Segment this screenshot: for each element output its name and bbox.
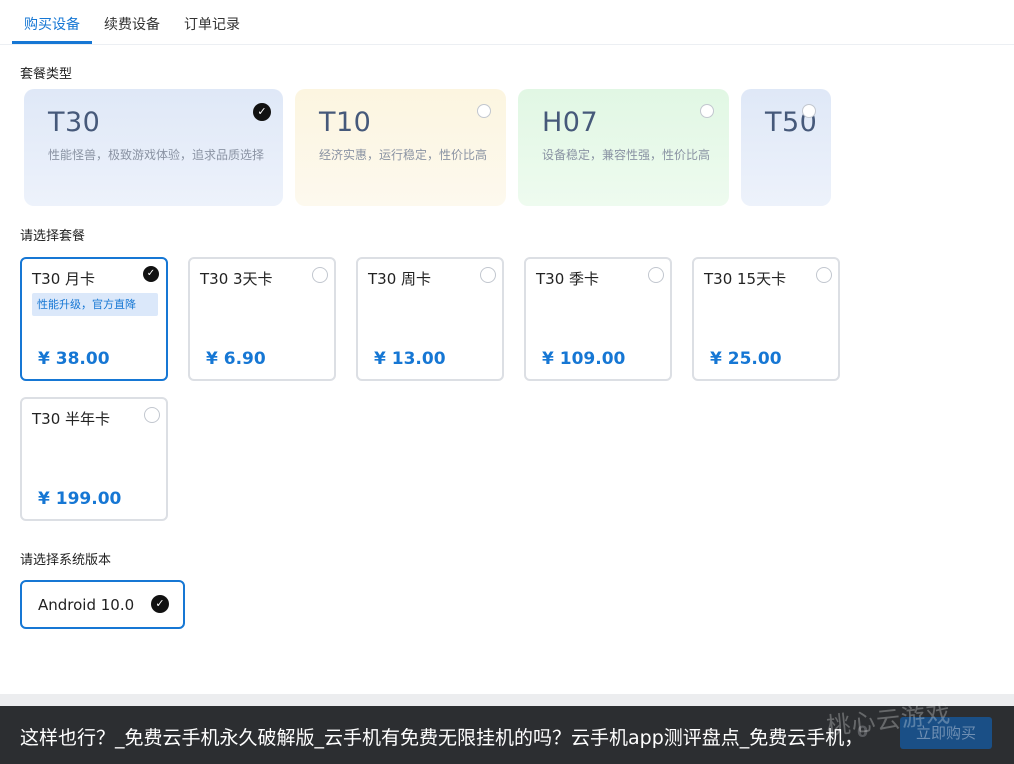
radio-unchecked-icon xyxy=(648,267,664,283)
package-type-card-t30[interactable]: T30 性能怪兽，极致游戏体验，追求品质选择 ✓ xyxy=(24,89,283,206)
choose-plan-label: 请选择套餐 xyxy=(20,229,86,244)
plan-name: T30 月卡 xyxy=(32,270,96,288)
radio-unchecked-icon xyxy=(700,104,714,118)
package-type-card-t50[interactable]: T50 xyxy=(741,89,831,206)
tab-renew-device[interactable]: 续费设备 xyxy=(104,14,160,34)
package-type-label: 套餐类型 xyxy=(20,67,73,82)
package-type-card-h07[interactable]: H07 设备稳定，兼容性强，性价比高 xyxy=(518,89,729,206)
plan-price: ¥ 199.00 xyxy=(38,489,122,509)
radio-unchecked-icon xyxy=(312,267,328,283)
plan-price: ¥ 25.00 xyxy=(710,349,782,369)
os-version-option[interactable]: Android 10.0 ✓ xyxy=(20,580,185,629)
plan-card-t30-15day[interactable]: T30 15天卡 ¥ 25.00 xyxy=(692,257,840,381)
tab-buy-device[interactable]: 购买设备 xyxy=(24,14,80,34)
radio-unchecked-icon xyxy=(477,104,491,118)
check-circle-icon: ✓ xyxy=(253,103,271,121)
tab-order-records[interactable]: 订单记录 xyxy=(184,14,240,34)
plan-price: ¥ 109.00 xyxy=(542,349,626,369)
package-type-card-t10[interactable]: T10 经济实惠，运行稳定，性价比高 xyxy=(295,89,506,206)
package-type-name: H07 xyxy=(542,107,599,138)
os-version-name: Android 10.0 xyxy=(38,596,135,614)
caption-text: 这样也行？_免费云手机永久破解版_云手机有免费无限挂机的吗？云手机app测评盘点… xyxy=(20,727,864,749)
plan-name: T30 半年卡 xyxy=(32,410,111,428)
tab-bar: 购买设备 续费设备 订单记录 xyxy=(0,0,1014,45)
radio-unchecked-icon xyxy=(802,104,816,118)
plan-card-t30-3day[interactable]: T30 3天卡 ¥ 6.90 xyxy=(188,257,336,381)
plan-name: T30 周卡 xyxy=(368,270,432,288)
plan-name: T30 3天卡 xyxy=(200,270,273,288)
plan-card-t30-halfyear[interactable]: T30 半年卡 ¥ 199.00 xyxy=(20,397,168,521)
radio-unchecked-icon xyxy=(816,267,832,283)
plan-price: ¥ 13.00 xyxy=(374,349,446,369)
plan-name: T30 季卡 xyxy=(536,270,600,288)
package-type-name: T10 xyxy=(319,107,372,138)
plan-name: T30 15天卡 xyxy=(704,270,787,288)
radio-unchecked-icon xyxy=(144,407,160,423)
package-type-desc: 性能怪兽，极致游戏体验，追求品质选择 xyxy=(48,148,265,162)
plan-price: ¥ 38.00 xyxy=(38,349,110,369)
check-circle-icon: ✓ xyxy=(151,595,169,613)
plan-card-t30-weekly[interactable]: T30 周卡 ¥ 13.00 xyxy=(356,257,504,381)
plan-card-t30-monthly[interactable]: T30 月卡 ✓ 性能升级，官方直降 ¥ 38.00 xyxy=(20,257,168,381)
plan-price: ¥ 6.90 xyxy=(206,349,266,369)
package-type-name: T30 xyxy=(48,107,101,138)
radio-unchecked-icon xyxy=(480,267,496,283)
choose-os-label: 请选择系统版本 xyxy=(20,553,112,568)
active-tab-indicator xyxy=(12,41,92,44)
check-circle-icon: ✓ xyxy=(143,266,159,282)
package-type-desc: 设备稳定，兼容性强，性价比高 xyxy=(542,148,711,162)
plan-card-t30-quarterly[interactable]: T30 季卡 ¥ 109.00 xyxy=(524,257,672,381)
package-type-desc: 经济实惠，运行稳定，性价比高 xyxy=(319,148,488,162)
plan-promo-tag: 性能升级，官方直降 xyxy=(32,293,158,316)
